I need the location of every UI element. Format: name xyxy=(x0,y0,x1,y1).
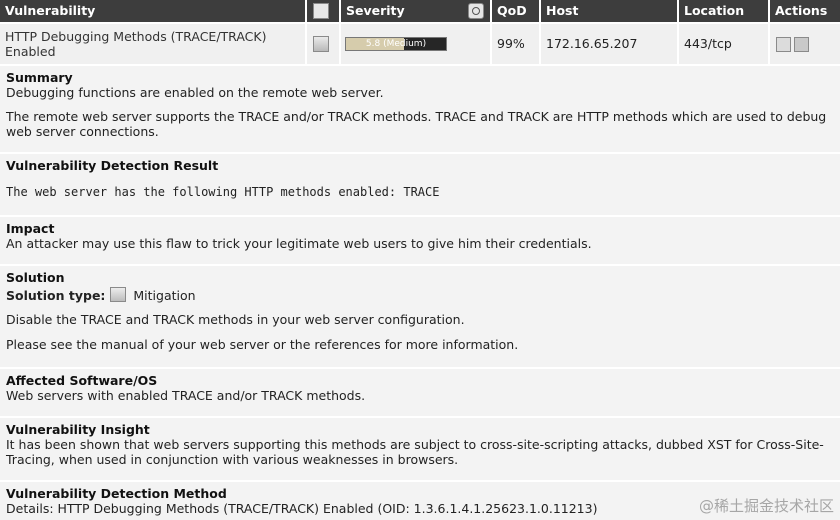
vulnerability-report: Vulnerability Severity QoD Host Location… xyxy=(0,0,840,520)
severity-bar-label: 5.8 (Medium) xyxy=(365,39,427,49)
detection-result-section: Vulnerability Detection Result The web s… xyxy=(0,154,840,217)
column-header-location-label: Location xyxy=(684,3,745,18)
summary-line-2: The remote web server supports the TRACE… xyxy=(6,109,827,139)
impact-text: An attacker may use this flaw to trick y… xyxy=(6,236,592,251)
affected-software-section: Affected Software/OS Web servers with en… xyxy=(0,369,840,418)
column-header-host[interactable]: Host xyxy=(541,0,679,22)
column-header-actions: Actions xyxy=(770,0,840,22)
qod-value: 99% xyxy=(497,36,525,51)
solution-type-value: Mitigation xyxy=(133,288,196,303)
qod-cell: 99% xyxy=(492,24,541,64)
summary-title: Summary xyxy=(6,70,73,85)
watermark: @稀土掘金技术社区 xyxy=(698,497,834,515)
actions-cell xyxy=(770,24,840,64)
summary-line-1: Debugging functions are enabled on the r… xyxy=(6,85,384,100)
severity-bar: 5.8 (Medium) xyxy=(345,37,447,51)
detection-result-title: Vulnerability Detection Result xyxy=(6,158,219,173)
insight-text: It has been shown that web servers suppo… xyxy=(6,437,824,467)
solution-title: Solution xyxy=(6,270,65,285)
column-header-location[interactable]: Location xyxy=(679,0,770,22)
column-header-vulnerability[interactable]: Vulnerability xyxy=(0,0,307,22)
column-header-host-label: Host xyxy=(546,3,579,18)
solution-type-cell xyxy=(307,24,341,64)
solution-type-label: Solution type: xyxy=(6,288,106,303)
mitigation-icon xyxy=(110,287,127,302)
column-header-actions-label: Actions xyxy=(775,3,828,18)
host-value: 172.16.65.207 xyxy=(546,36,638,51)
result-details: Summary Debugging functions are enabled … xyxy=(0,66,840,520)
column-header-severity[interactable]: Severity xyxy=(341,0,492,22)
severity-cell: 5.8 (Medium) xyxy=(341,24,492,64)
impact-title: Impact xyxy=(6,221,55,236)
vulnerability-name-cell[interactable]: HTTP Debugging Methods (TRACE/TRACK) Ena… xyxy=(0,24,307,64)
affected-software-title: Affected Software/OS xyxy=(6,373,158,388)
host-cell: 172.16.65.207 xyxy=(541,24,679,64)
solution-line-1: Disable the TRACE and TRACK methods in y… xyxy=(6,312,465,327)
insight-title: Vulnerability Insight xyxy=(6,422,150,437)
summary-section: Summary Debugging functions are enabled … xyxy=(0,66,840,154)
vulnerability-name-link[interactable]: HTTP Debugging Methods (TRACE/TRACK) Ena… xyxy=(5,29,266,59)
location-value: 443/tcp xyxy=(684,36,732,51)
column-header-qod[interactable]: QoD xyxy=(492,0,541,22)
solution-section: Solution Solution type: Mitigation Disab… xyxy=(0,266,840,369)
results-table-header: Vulnerability Severity QoD Host Location… xyxy=(0,0,840,22)
note-icon[interactable] xyxy=(776,37,791,52)
column-header-solution-type[interactable] xyxy=(307,0,341,22)
solution-type-icon xyxy=(313,3,329,19)
column-header-severity-label: Severity xyxy=(346,3,405,18)
solution-type-line: Solution type: Mitigation xyxy=(6,287,834,303)
column-header-qod-label: QoD xyxy=(497,3,527,18)
affected-software-text: Web servers with enabled TRACE and/or TR… xyxy=(6,388,366,403)
solution-line-2: Please see the manual of your web server… xyxy=(6,337,519,352)
sort-severity-icon[interactable] xyxy=(468,3,484,19)
impact-section: Impact An attacker may use this flaw to … xyxy=(0,217,840,266)
override-icon[interactable] xyxy=(794,37,809,52)
mitigation-icon xyxy=(313,36,329,52)
location-cell: 443/tcp xyxy=(679,24,770,64)
detection-result-text: The web server has the following HTTP me… xyxy=(6,185,440,199)
insight-section: Vulnerability Insight It has been shown … xyxy=(0,418,840,482)
column-header-vulnerability-label: Vulnerability xyxy=(5,3,96,18)
table-row: HTTP Debugging Methods (TRACE/TRACK) Ena… xyxy=(0,24,840,64)
